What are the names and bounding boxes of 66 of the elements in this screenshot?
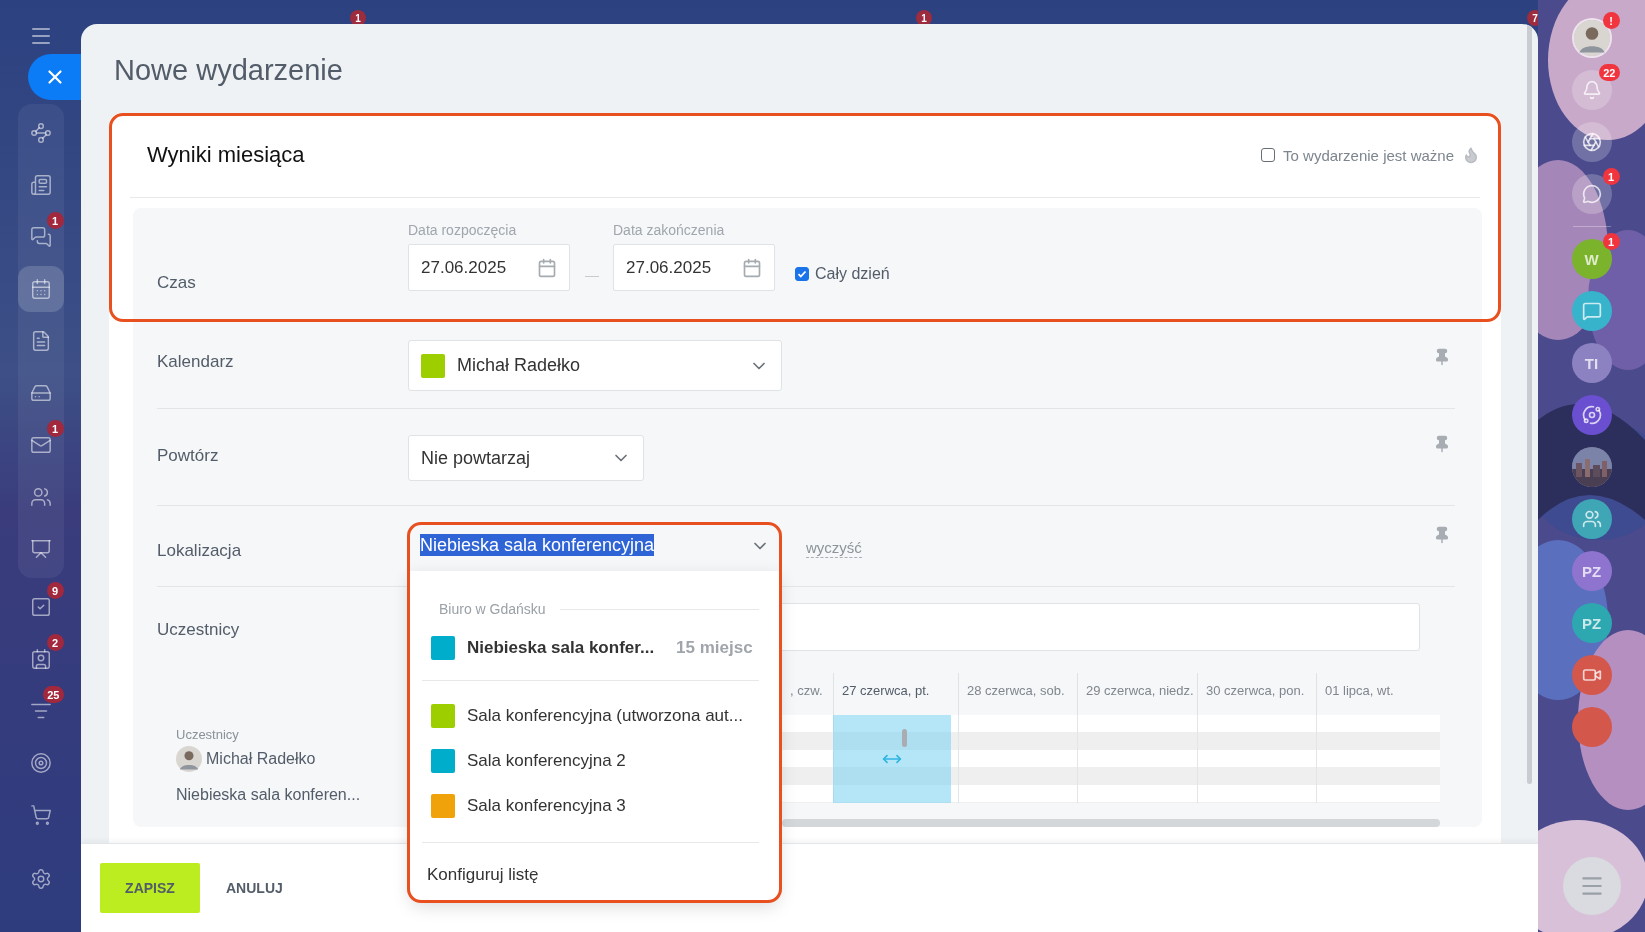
field-label: Kalendarz (157, 351, 235, 373)
sidebar-icon (29, 226, 52, 248)
planner-label: Uczestnicy (176, 727, 240, 742)
scrollbar[interactable] (1527, 24, 1532, 784)
sidebar-icon (29, 486, 52, 508)
sidebar-icon (29, 278, 52, 300)
sidebar-item[interactable]: 1 (17, 214, 64, 260)
drag-handle[interactable] (902, 729, 907, 747)
notification-badge: 1 (46, 420, 64, 437)
group-label: Biuro w Gdańsku (439, 601, 546, 617)
sidebar-item[interactable]: 9 (17, 584, 64, 630)
sidebar-icon (29, 648, 52, 670)
pin-icon[interactable] (1433, 435, 1451, 453)
pin-icon[interactable] (1433, 348, 1451, 366)
sidebar-icon (29, 382, 52, 404)
calendar-icon (742, 257, 762, 278)
range-dash (584, 276, 599, 277)
flame-icon (1462, 146, 1480, 164)
close-button[interactable] (28, 54, 81, 100)
notification-badge: 9 (46, 582, 64, 599)
sidebar-icon (29, 868, 52, 890)
save-button[interactable]: ZAPISZ (100, 863, 200, 913)
sidebar-item[interactable] (17, 266, 64, 312)
date-field[interactable]: 27.06.2025 (408, 244, 570, 291)
pin-icon[interactable] (1433, 526, 1451, 544)
notification-badge: 2 (46, 634, 64, 651)
room-name: Niebieska sala konferen... (176, 786, 362, 804)
field-label: Lokalizacja (157, 540, 243, 562)
event-name-field[interactable]: Wyniki miesiąca (147, 142, 305, 168)
field-label: Data zakończenia (613, 222, 726, 240)
sidebar-item[interactable]: 2 (17, 636, 64, 682)
panel-title: Nowe wydarzenie (113, 53, 344, 88)
menu-item[interactable]: Sala konferencyjna 3 (422, 783, 759, 828)
all-day-checkbox[interactable] (795, 267, 809, 281)
sidebar-icon (29, 434, 52, 456)
sidebar-icon (29, 752, 52, 774)
date-field[interactable]: 27.06.2025 (613, 244, 775, 291)
sidebar-item[interactable]: 25 (17, 688, 64, 734)
field-label: Data rozpoczęcia (408, 222, 518, 240)
check-icon (797, 269, 807, 279)
important-label: To wydarzenie jest ważne (1283, 146, 1454, 164)
important-checkbox[interactable] (1261, 148, 1276, 162)
notification-badge: 1 (46, 212, 64, 229)
all-day-label: Cały dzień (815, 265, 890, 283)
notification-badge: 25 (43, 686, 64, 703)
sidebar-icon (29, 538, 52, 560)
sidebar-icon (29, 596, 52, 618)
field-label: Powtórz (157, 445, 220, 467)
day-header: , czw. (789, 682, 824, 700)
participant-name: Michał Radełko (206, 750, 316, 768)
sidebar-icon (29, 804, 52, 826)
calendar-icon (537, 257, 557, 278)
menu-item[interactable]: Sala konferencyjna (utworzona aut... (422, 693, 759, 738)
repeat-select[interactable]: Nie powtarzaj (408, 435, 644, 481)
sidebar-icon (29, 122, 52, 144)
sidebar-icon (29, 174, 52, 196)
menu-item[interactable]: Sala konferencyjna 2 (422, 738, 759, 783)
field-label: Uczestnicy (157, 619, 241, 641)
sidebar-item[interactable]: 1 (17, 422, 64, 468)
cancel-button[interactable]: ANULUJ (220, 879, 289, 897)
scrollbar[interactable] (782, 819, 1440, 827)
location-select[interactable]: Niebieska sala konferencyjna (408, 524, 782, 567)
calendar-select[interactable]: Michał Radełko (408, 340, 782, 391)
menu-item[interactable]: Niebieska sala konfer... 15 miejsc (422, 625, 759, 670)
field-label: Czas (157, 272, 197, 294)
configure-link[interactable]: Konfiguruj listę (422, 843, 759, 885)
